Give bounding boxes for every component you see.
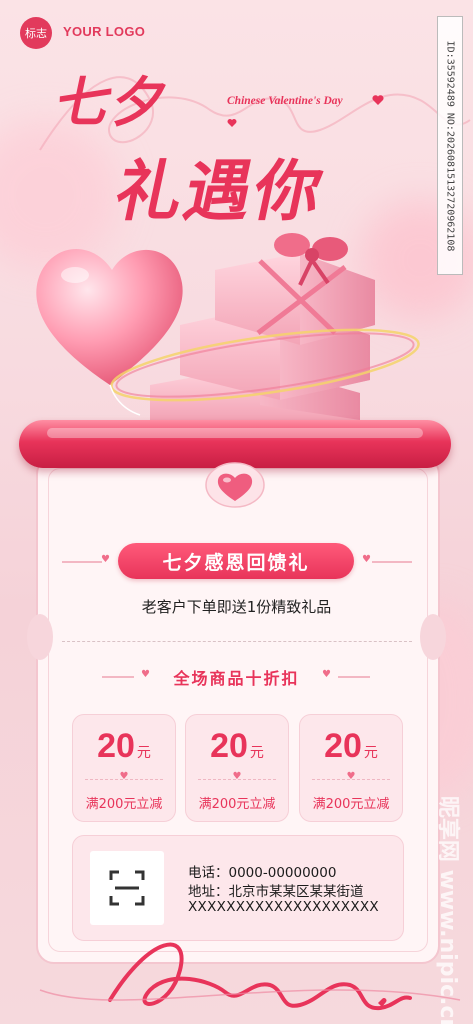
tiny-heart-icon: ♥: [322, 669, 331, 680]
small-heart-icon-2: [227, 119, 237, 127]
dashed-separator: [62, 641, 412, 642]
tiny-heart-icon: ♥: [346, 771, 356, 782]
poster: 标志 YOUR LOGO ID:35592489 NO:202608151327…: [0, 0, 473, 1024]
coupon-divider: [85, 779, 163, 780]
watermark-id-strip: ID:35592489 NO:20260815132720962108: [437, 16, 463, 275]
coupon-card[interactable]: 20 元 ♥ 满200元立减: [299, 714, 403, 822]
coupon-divider: [198, 779, 276, 780]
card-notch-left: [27, 614, 53, 660]
coupon-condition: 满200元立减: [85, 797, 163, 812]
heart-icon: [205, 462, 265, 508]
small-heart-icon: [372, 95, 384, 105]
coupon-divider: [312, 779, 390, 780]
tiny-heart-icon: ♥: [232, 771, 242, 782]
watermark-site: 昵享网 www.nipic.cn: [435, 795, 460, 1024]
coupon-amount: 20 元: [210, 727, 264, 765]
coupon-condition: 满200元立减: [312, 797, 390, 812]
coupon-card[interactable]: 20 元 ♥ 满200元立减: [185, 714, 289, 822]
coupon-card[interactable]: 20 元 ♥ 满200元立减: [72, 714, 176, 822]
watermark-id-text: ID:35592489 NO:20260815132720962108: [444, 40, 456, 251]
qr-code-placeholder[interactable]: [90, 851, 164, 925]
headline-subtitle: Chinese Valentine's Day: [227, 95, 343, 107]
coupon-amount: 20 元: [97, 727, 151, 765]
pill-title: 七夕感恩回馈礼: [118, 543, 354, 579]
discount-line-right: [338, 676, 370, 678]
contact-phone: 电话：0000-00000000: [188, 865, 337, 881]
logo-text: YOUR LOGO: [63, 24, 146, 39]
heart-balloon-illustration: [36, 249, 183, 385]
love-script-footer: [39, 942, 461, 1011]
headline-line1: 七夕: [50, 70, 176, 134]
scan-qr-icon: [109, 870, 145, 906]
tiny-heart-icon: ♥: [101, 554, 110, 565]
coupon-condition: 满200元立减: [198, 797, 276, 812]
coupon-amount: 20 元: [324, 727, 378, 765]
pill-line-right: [372, 561, 412, 563]
contact-extra: XXXXXXXXXXXXXXXXXXXX: [188, 899, 379, 915]
contact-address: 地址：北京市某某区某某街道: [188, 884, 364, 900]
gift-text: 老客户下单即送1份精致礼品: [141, 598, 332, 616]
discount-title: 全场商品十折扣: [173, 669, 300, 688]
card-notch-right: [420, 614, 446, 660]
gift-illustration: [36, 233, 420, 420]
tiny-heart-icon: ♥: [119, 771, 129, 782]
tiny-heart-icon: ♥: [362, 554, 371, 565]
logo-badge: 标志: [20, 17, 52, 49]
pill-line-left: [62, 561, 102, 563]
